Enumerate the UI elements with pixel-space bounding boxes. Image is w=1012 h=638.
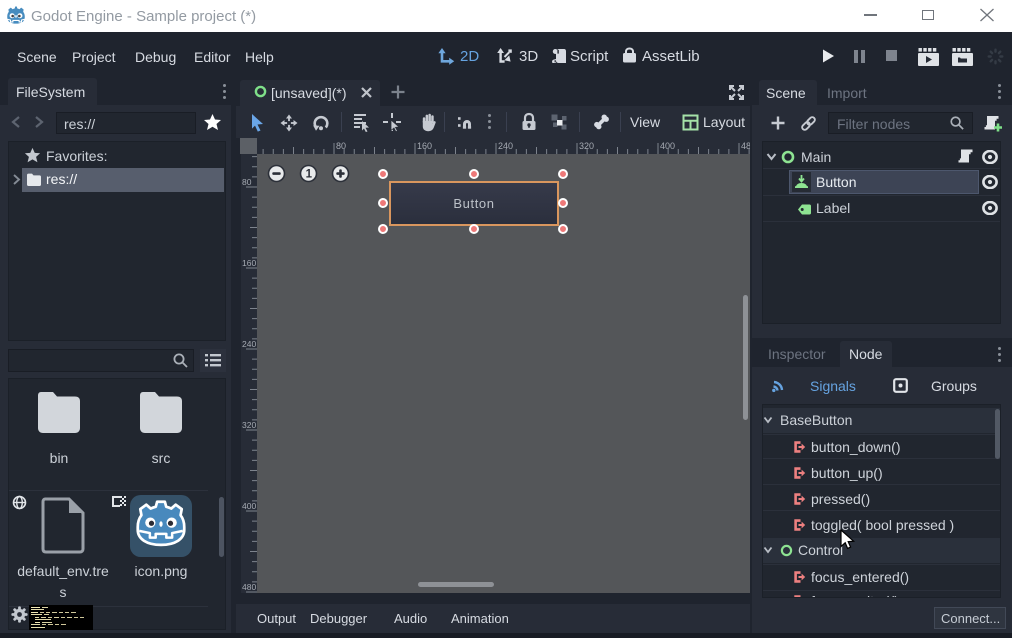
- svg-text:320: 320: [242, 420, 256, 430]
- svg-text:400: 400: [242, 501, 256, 511]
- svg-text:1: 1: [306, 169, 313, 181]
- svg-text:240: 240: [498, 141, 513, 151]
- svg-text:480: 480: [242, 582, 256, 592]
- svg-text:480: 480: [741, 141, 750, 151]
- svg-text:160: 160: [417, 141, 432, 151]
- svg-text:400: 400: [660, 141, 675, 151]
- svg-text:80: 80: [242, 177, 252, 187]
- svg-text:240: 240: [242, 339, 256, 349]
- svg-text:160: 160: [242, 258, 256, 268]
- svg-text:80: 80: [336, 141, 346, 151]
- svg-text:320: 320: [579, 141, 594, 151]
